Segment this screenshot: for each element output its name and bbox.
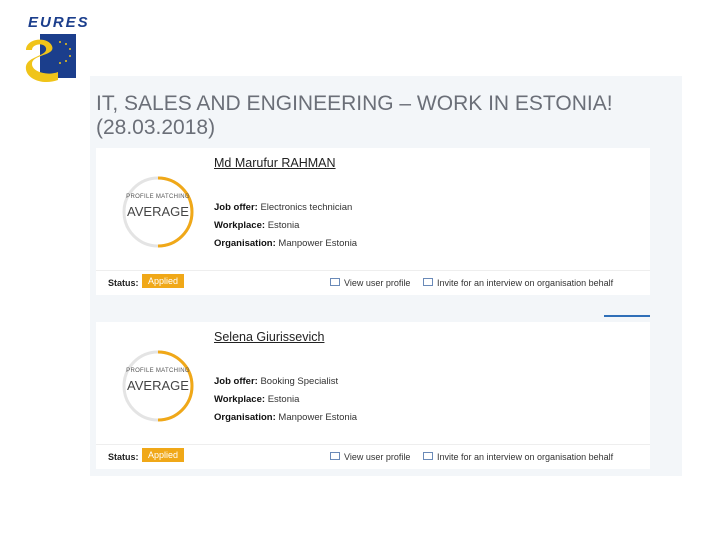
job-offer-value: Electronics technician [260, 202, 353, 213]
candidate-name-link[interactable]: Selena Giurissevich [214, 330, 324, 344]
profile-icon [330, 278, 340, 286]
workplace-row: Workplace: Estonia [214, 394, 299, 405]
view-user-profile-link[interactable]: View user profile [344, 278, 410, 288]
page-title: IT, SALES AND ENGINEERING – WORK IN ESTO… [96, 92, 613, 140]
gauge-label: PROFILE MATCHING [126, 368, 190, 374]
job-offer-row: Job offer: Electronics technician [214, 202, 352, 213]
status-label: Status: [108, 452, 139, 462]
divider [604, 315, 650, 317]
candidate-card: PROFILE MATCHING AVERAGE Md Marufur RAHM… [96, 148, 650, 270]
job-offer-label: Job offer: [214, 376, 258, 387]
status-label: Status: [108, 278, 139, 288]
candidate-card: PROFILE MATCHING AVERAGE Selena Giurisse… [96, 322, 650, 444]
status-badge: Applied [142, 274, 185, 288]
workplace-label: Workplace: [214, 394, 266, 405]
job-offer-label: Job offer: [214, 202, 258, 213]
status-bar: Status: Applied View user profile Invite… [96, 444, 650, 469]
view-user-profile-link[interactable]: View user profile [344, 452, 410, 462]
gauge-value: AVERAGE [127, 378, 189, 393]
job-offer-value: Booking Specialist [260, 376, 339, 387]
organisation-row: Organisation: Manpower Estonia [214, 412, 357, 423]
workplace-row: Workplace: Estonia [214, 220, 299, 231]
organisation-value: Manpower Estonia [278, 238, 358, 249]
organisation-label: Organisation: [214, 238, 276, 249]
gauge-label: PROFILE MATCHING [126, 194, 190, 200]
gauge-value: AVERAGE [127, 204, 189, 219]
candidate-name-link[interactable]: Md Marufur RAHMAN [214, 156, 336, 170]
invite-interview-link[interactable]: Invite for an interview on organisation … [437, 278, 613, 288]
status-bar: Status: Applied View user profile Invite… [96, 270, 650, 295]
invite-interview-link[interactable]: Invite for an interview on organisation … [437, 452, 613, 462]
logo-text: EURES [28, 14, 90, 31]
job-offer-row: Job offer: Booking Specialist [214, 376, 338, 387]
mail-icon [423, 452, 433, 460]
workplace-value: Estonia [267, 220, 300, 231]
organisation-label: Organisation: [214, 412, 276, 423]
status-badge: Applied [142, 448, 185, 462]
organisation-value: Manpower Estonia [278, 412, 358, 423]
organisation-row: Organisation: Manpower Estonia [214, 238, 357, 249]
mail-icon [423, 278, 433, 286]
workplace-value: Estonia [267, 394, 300, 405]
profile-icon [330, 452, 340, 460]
workplace-label: Workplace: [214, 220, 266, 231]
eures-emblem-icon [25, 34, 76, 83]
